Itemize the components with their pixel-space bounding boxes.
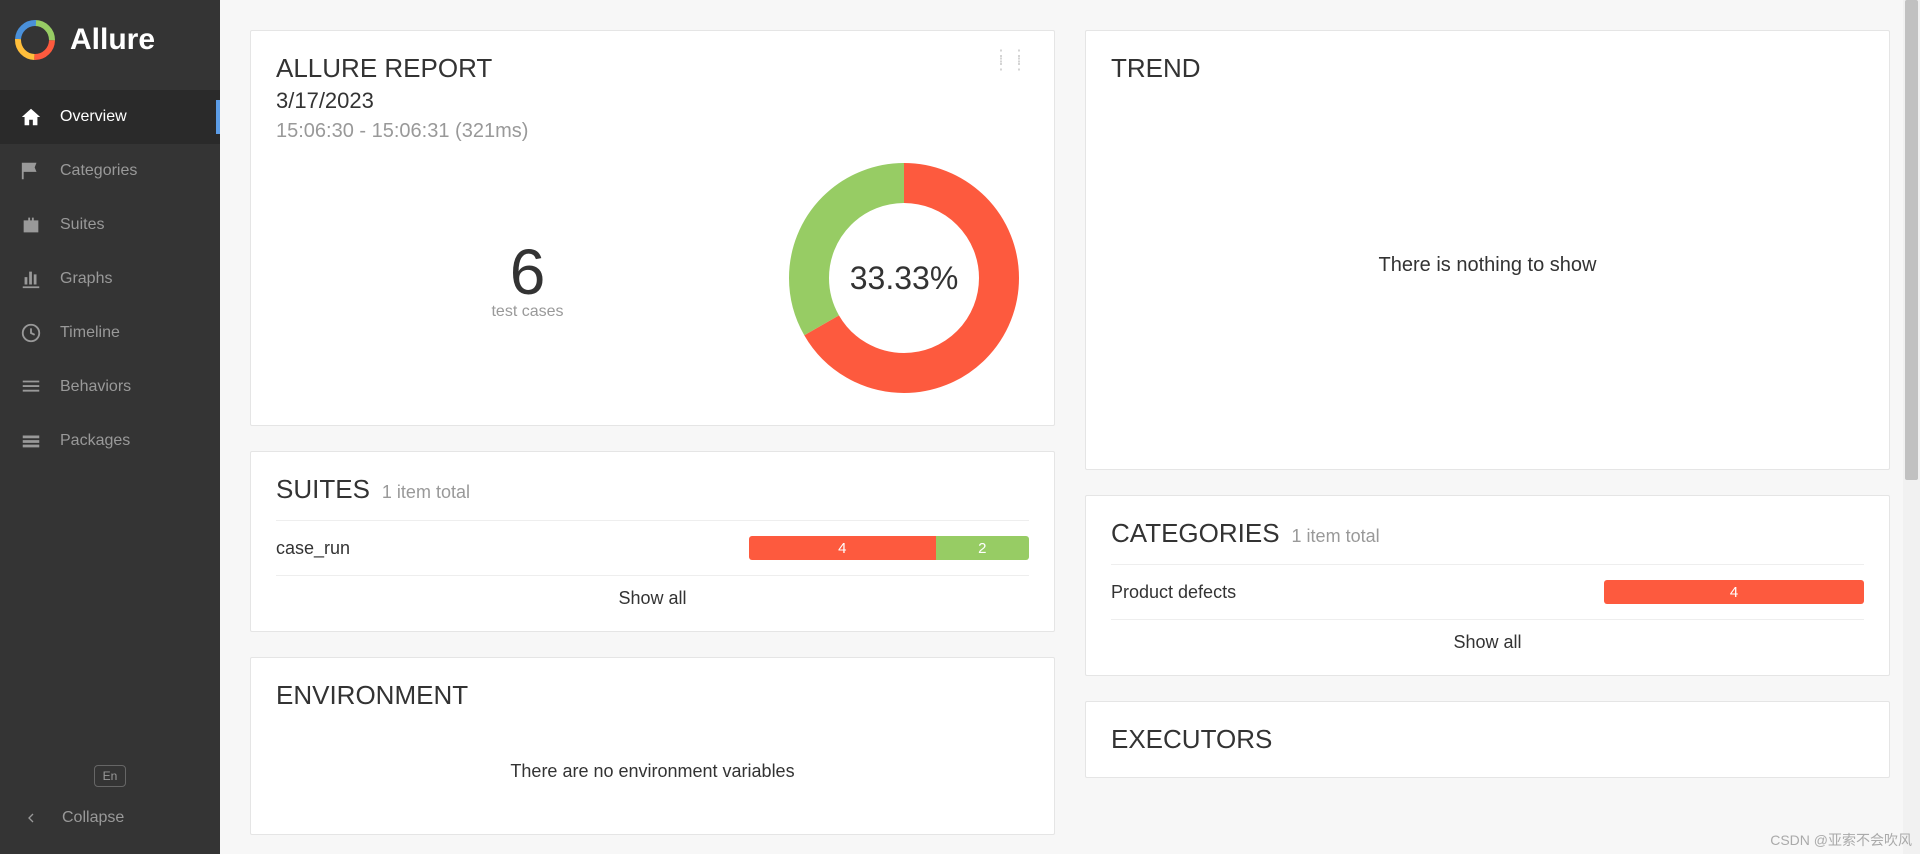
suite-name: case_run <box>276 538 350 559</box>
executors-card: EXECUTORS <box>1085 701 1890 778</box>
categories-card: CATEGORIES 1 item total Product defects … <box>1085 495 1890 676</box>
flag-icon <box>20 160 42 182</box>
nav-item-overview[interactable]: Overview <box>0 90 220 144</box>
environment-title: ENVIRONMENT <box>276 680 1029 711</box>
list-icon <box>20 376 42 398</box>
suite-bar: 4 2 <box>749 536 1029 560</box>
suites-subtitle: 1 item total <box>382 482 470 503</box>
allure-logo-icon <box>15 20 55 60</box>
nav-list: Overview Categories Suites Graphs Timeli… <box>0 90 220 750</box>
clock-icon <box>20 322 42 344</box>
categories-title: CATEGORIES <box>1111 518 1280 549</box>
report-title: ALLURE REPORT <box>276 53 1029 84</box>
trend-title: TREND <box>1111 53 1864 84</box>
nav-item-timeline[interactable]: Timeline <box>0 306 220 360</box>
nav-item-categories[interactable]: Categories <box>0 144 220 198</box>
bar-chart-icon <box>20 268 42 290</box>
executors-title: EXECUTORS <box>1111 724 1864 755</box>
home-icon <box>20 106 42 128</box>
left-column: ALLURE REPORT 3/17/2023 15:06:30 - 15:06… <box>250 30 1055 854</box>
nav-label: Suites <box>60 216 104 234</box>
suite-fail-segment: 4 <box>749 536 936 560</box>
trend-card: TREND There is nothing to show <box>1085 30 1890 470</box>
sidebar: Allure Overview Categories Suites Graphs… <box>0 0 220 854</box>
sidebar-header: Allure <box>0 0 220 90</box>
nav-label: Graphs <box>60 270 112 288</box>
donut-chart: 33.33% <box>779 153 1029 403</box>
nav-item-packages[interactable]: Packages <box>0 414 220 468</box>
nav-label: Overview <box>60 108 127 126</box>
categories-subtitle: 1 item total <box>1292 526 1380 547</box>
scrollbar-thumb[interactable] <box>1905 0 1918 480</box>
nav-label: Behaviors <box>60 378 131 396</box>
test-count-block: 6 test cases <box>276 235 779 321</box>
scrollbar[interactable] <box>1903 0 1920 854</box>
briefcase-icon <box>20 214 42 236</box>
main-content: ALLURE REPORT 3/17/2023 15:06:30 - 15:06… <box>220 0 1920 854</box>
suites-show-all[interactable]: Show all <box>276 575 1029 609</box>
right-column: TREND There is nothing to show CATEGORIE… <box>1085 30 1890 854</box>
sidebar-footer: En Collapse <box>0 750 220 854</box>
nav-label: Packages <box>60 432 130 450</box>
categories-show-all[interactable]: Show all <box>1111 619 1864 653</box>
test-count-label: test cases <box>276 303 779 321</box>
suite-pass-segment: 2 <box>936 536 1029 560</box>
watermark: CSDN @亚索不会吹风 <box>1770 830 1912 850</box>
trend-empty: There is nothing to show <box>1111 84 1864 447</box>
test-count: 6 <box>276 235 779 309</box>
suite-row[interactable]: case_run 4 2 <box>276 520 1029 575</box>
collapse-label: Collapse <box>62 809 124 827</box>
collapse-button[interactable]: Collapse <box>15 797 129 839</box>
environment-card: ENVIRONMENT There are no environment var… <box>250 657 1055 835</box>
category-name: Product defects <box>1111 582 1236 603</box>
suites-card: SUITES 1 item total case_run 4 2 Show al… <box>250 451 1055 632</box>
nav-item-graphs[interactable]: Graphs <box>0 252 220 306</box>
donut-percentage: 33.33% <box>850 260 959 297</box>
nav-label: Categories <box>60 162 137 180</box>
drag-handle-icon[interactable]: ⋮⋮⋮⋮ <box>993 53 1029 69</box>
nav-item-suites[interactable]: Suites <box>0 198 220 252</box>
category-row[interactable]: Product defects 4 <box>1111 564 1864 619</box>
layers-icon <box>20 430 42 452</box>
suites-title: SUITES <box>276 474 370 505</box>
chevron-left-icon <box>20 807 42 829</box>
environment-empty: There are no environment variables <box>276 711 1029 812</box>
report-date: 3/17/2023 <box>276 88 1029 114</box>
category-bar: 4 <box>1604 580 1864 604</box>
nav-label: Timeline <box>60 324 120 342</box>
nav-item-behaviors[interactable]: Behaviors <box>0 360 220 414</box>
report-time: 15:06:30 - 15:06:31 (321ms) <box>276 120 1029 143</box>
brand-name: Allure <box>70 23 155 57</box>
language-selector[interactable]: En <box>94 765 127 787</box>
report-summary-card: ALLURE REPORT 3/17/2023 15:06:30 - 15:06… <box>250 30 1055 426</box>
